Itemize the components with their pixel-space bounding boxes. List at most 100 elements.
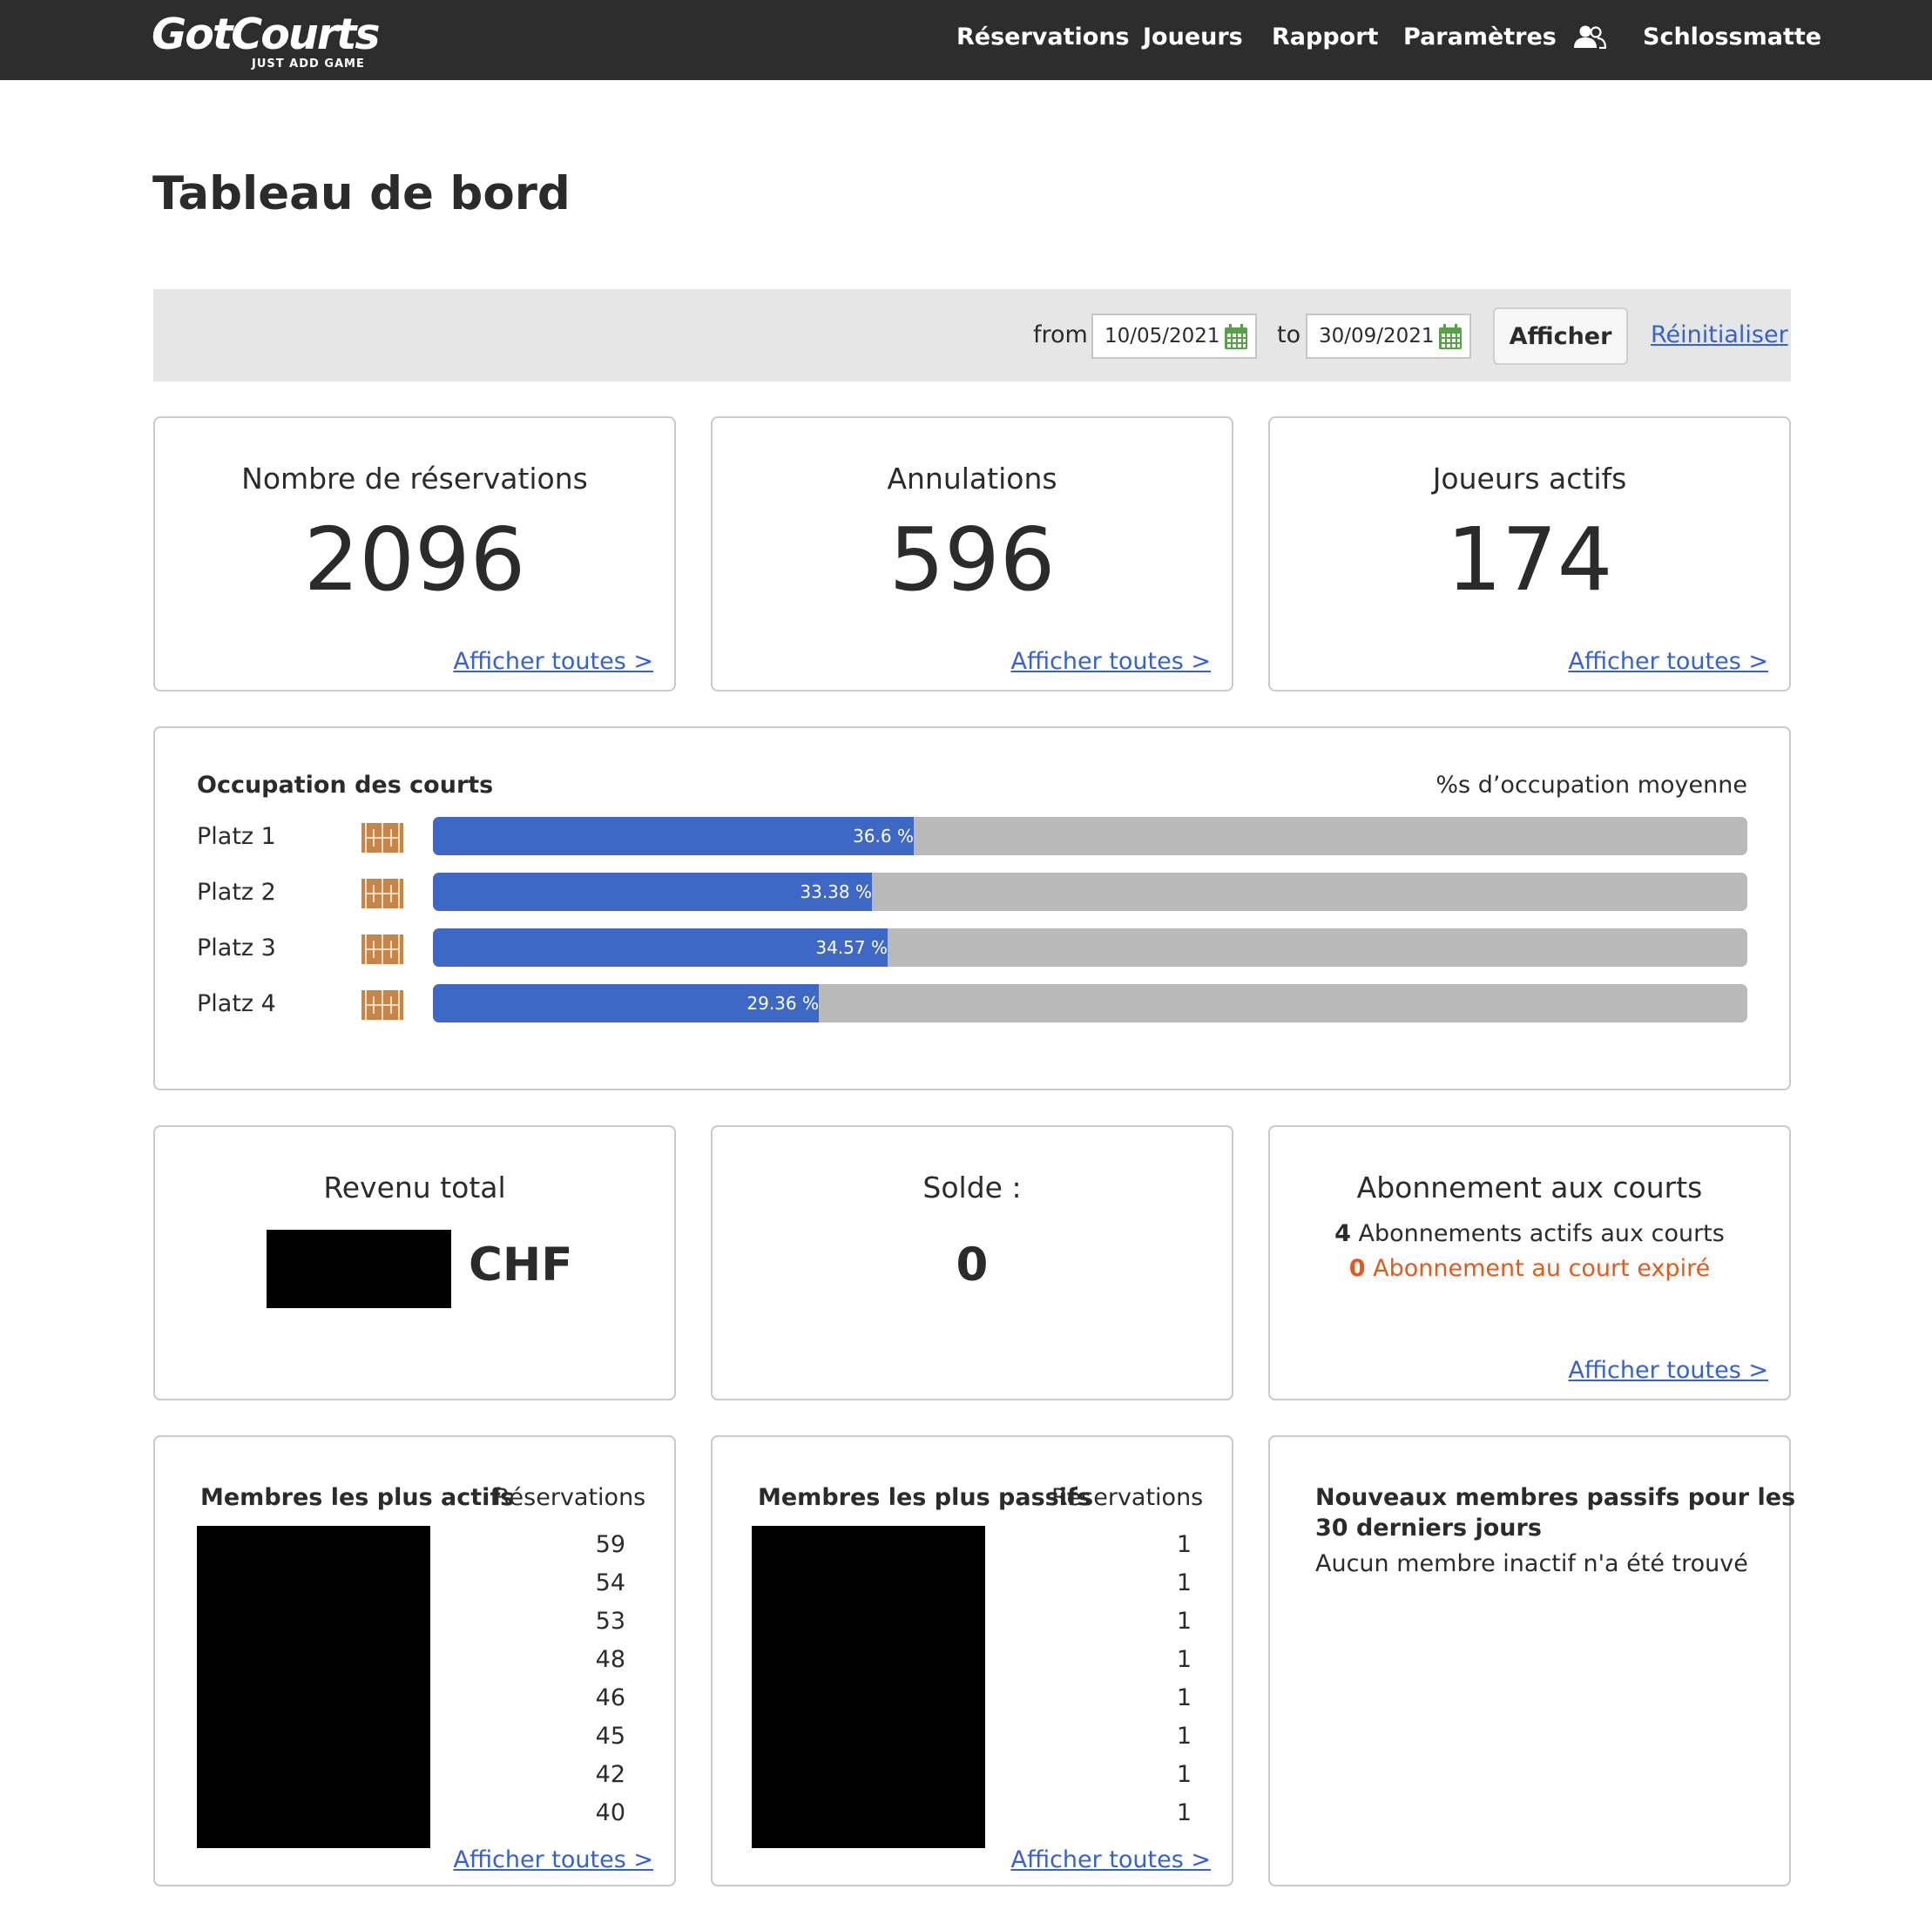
no-inactive-member-message: Aucun membre inactif n'a été trouvé [1315,1550,1748,1577]
court-name: Platz 2 [197,879,276,906]
calendar-icon[interactable] [1224,324,1248,350]
clay-court-icon [361,879,403,908]
cancellations-title: Annulations [887,462,1057,496]
nav-rapport[interactable]: Rapport [1272,17,1378,57]
reservation-count: 45 [595,1723,625,1750]
reservation-count: 1 [1176,1646,1192,1673]
reservation-count: 1 [1176,1799,1192,1826]
subscriptions-show-all-link[interactable]: Afficher toutes > [1568,1357,1768,1384]
most-passive-column-header: Réservations [1051,1484,1204,1511]
reservations-value: 2096 [303,509,526,611]
reservations-title: Nombre de réservations [241,462,588,496]
reservation-count: 1 [1176,1531,1192,1558]
users-icon[interactable] [1573,24,1606,49]
active-players-show-all-link[interactable]: Afficher toutes > [1568,648,1768,675]
logo-tagline: JUST ADD GAME [252,57,365,71]
expired-subscriptions-text: Abonnement au court expiré [1373,1255,1711,1282]
most-passive-show-all-link[interactable]: Afficher toutes > [1010,1846,1211,1873]
active-players-card: Joueurs actifs 174 Afficher toutes > [1268,416,1791,692]
reservation-count: 1 [1176,1761,1192,1788]
occupation-bar-fill: 29.36 % [433,984,819,1022]
cancellations-value: 596 [888,509,1056,611]
expired-subscriptions-line: 0 Abonnement au court expiré [1270,1252,1789,1285]
court-name: Platz 4 [197,990,276,1017]
court-name: Platz 1 [197,823,276,850]
nav-parametres[interactable]: Paramètres [1403,17,1557,57]
reservation-count: 40 [595,1799,625,1826]
balance-title: Solde : [922,1171,1022,1204]
court-occupation-row: Platz 4 29.36 % [197,984,1747,1024]
top-navigation-bar: GotCourts JUST ADD GAME Réservations Jou… [0,0,1932,80]
court-occupation-row: Platz 1 36.6 % [197,817,1747,857]
logo-text: GotCourts [152,10,381,59]
active-subscriptions-line: 4 Abonnements actifs aux courts [1270,1218,1789,1251]
reservation-count: 46 [595,1684,625,1711]
revenue-currency: CHF [469,1238,573,1292]
subscriptions-title: Abonnement aux courts [1356,1171,1703,1204]
occupation-percent-label: 33.38 % [800,881,872,902]
occupation-percent-label: 36.6 % [853,826,914,847]
nav-club-name[interactable]: Schlossmatte [1643,17,1821,57]
reservation-count: 1 [1176,1684,1192,1711]
to-label: to [1277,321,1301,348]
cancellations-card: Annulations 596 Afficher toutes > [711,416,1233,692]
occupation-bar-track: 34.57 % [433,928,1747,967]
date-filter-bar: from 10/05/2021 to 30/09/2021 Afficher R… [153,289,1791,381]
court-occupation-row: Platz 3 34.57 % [197,928,1747,968]
page-title: Tableau de bord [152,167,571,220]
court-occupation-row: Platz 2 33.38 % [197,873,1747,913]
reservation-count: 1 [1176,1569,1192,1596]
reservation-count: 1 [1176,1608,1192,1635]
reservations-show-all-link[interactable]: Afficher toutes > [453,648,653,675]
occupation-percent-label: 29.36 % [746,993,819,1014]
reservations-card: Nombre de réservations 2096 Afficher tou… [153,416,676,692]
most-active-members-card: Membres les plus actifs Réservations 59 5… [153,1435,676,1886]
active-subscriptions-text: Abonnements actifs aux courts [1358,1220,1725,1247]
revenue-card: Revenu total CHF [153,1125,676,1400]
from-label: from [1033,321,1088,348]
redacted-revenue-amount [267,1230,451,1308]
cancellations-show-all-link[interactable]: Afficher toutes > [1010,648,1211,675]
occupation-bar-track: 33.38 % [433,873,1747,911]
court-subscriptions-card: Abonnement aux courts 4 Abonnements acti… [1268,1125,1791,1400]
court-occupation-card: Occupation des courts %s d’occupation mo… [153,726,1791,1090]
new-passive-title-line1: Nouveaux membres passifs pour les [1315,1484,1796,1511]
most-active-column-header: Réservations [494,1484,646,1511]
most-passive-title: Membres les plus passifs [758,1484,1091,1511]
redacted-member-names [752,1526,985,1848]
reservation-count: 1 [1176,1723,1192,1750]
nav-joueurs[interactable]: Joueurs [1143,17,1243,57]
occupation-bar-fill: 33.38 % [433,873,872,911]
active-subscriptions-count: 4 [1334,1220,1351,1247]
reservation-count: 53 [595,1608,625,1635]
reset-link[interactable]: Réinitialiser [1651,313,1788,358]
nav-reservations[interactable]: Réservations [956,17,1130,57]
occupation-bar-track: 29.36 % [433,984,1747,1022]
gotcourts-logo[interactable]: GotCourts JUST ADD GAME [152,9,381,71]
calendar-icon[interactable] [1438,324,1463,350]
occupation-bar-fill: 36.6 % [433,817,914,855]
new-passive-members-card: Nouveaux membres passifs pour les 30 der… [1268,1435,1795,1886]
most-active-show-all-link[interactable]: Afficher toutes > [453,1846,653,1873]
clay-court-icon [361,823,403,853]
clay-court-icon [361,935,403,964]
redacted-member-names [197,1526,430,1848]
reservation-count: 48 [595,1646,625,1673]
balance-value: 0 [956,1238,989,1292]
occupation-bar-fill: 34.57 % [433,928,888,967]
occupation-percent-label: 34.57 % [815,937,888,958]
afficher-button[interactable]: Afficher [1493,307,1628,365]
new-passive-title-line2: 30 derniers jours [1315,1515,1542,1542]
active-players-value: 174 [1446,509,1613,611]
revenue-title: Revenu total [323,1171,506,1204]
most-active-title: Membres les plus actifs [200,1484,515,1511]
balance-card: Solde : 0 [711,1125,1233,1400]
reservation-count: 59 [595,1531,625,1558]
expired-subscriptions-count: 0 [1348,1255,1366,1282]
active-players-title: Joueurs actifs [1432,462,1627,496]
clay-court-icon [361,990,403,1020]
occupation-subtitle: %s d’occupation moyenne [1435,772,1747,799]
occupation-title: Occupation des courts [197,772,494,799]
most-passive-members-card: Membres les plus passifs Réservations 1 1… [711,1435,1233,1886]
reservation-count: 54 [595,1569,625,1596]
